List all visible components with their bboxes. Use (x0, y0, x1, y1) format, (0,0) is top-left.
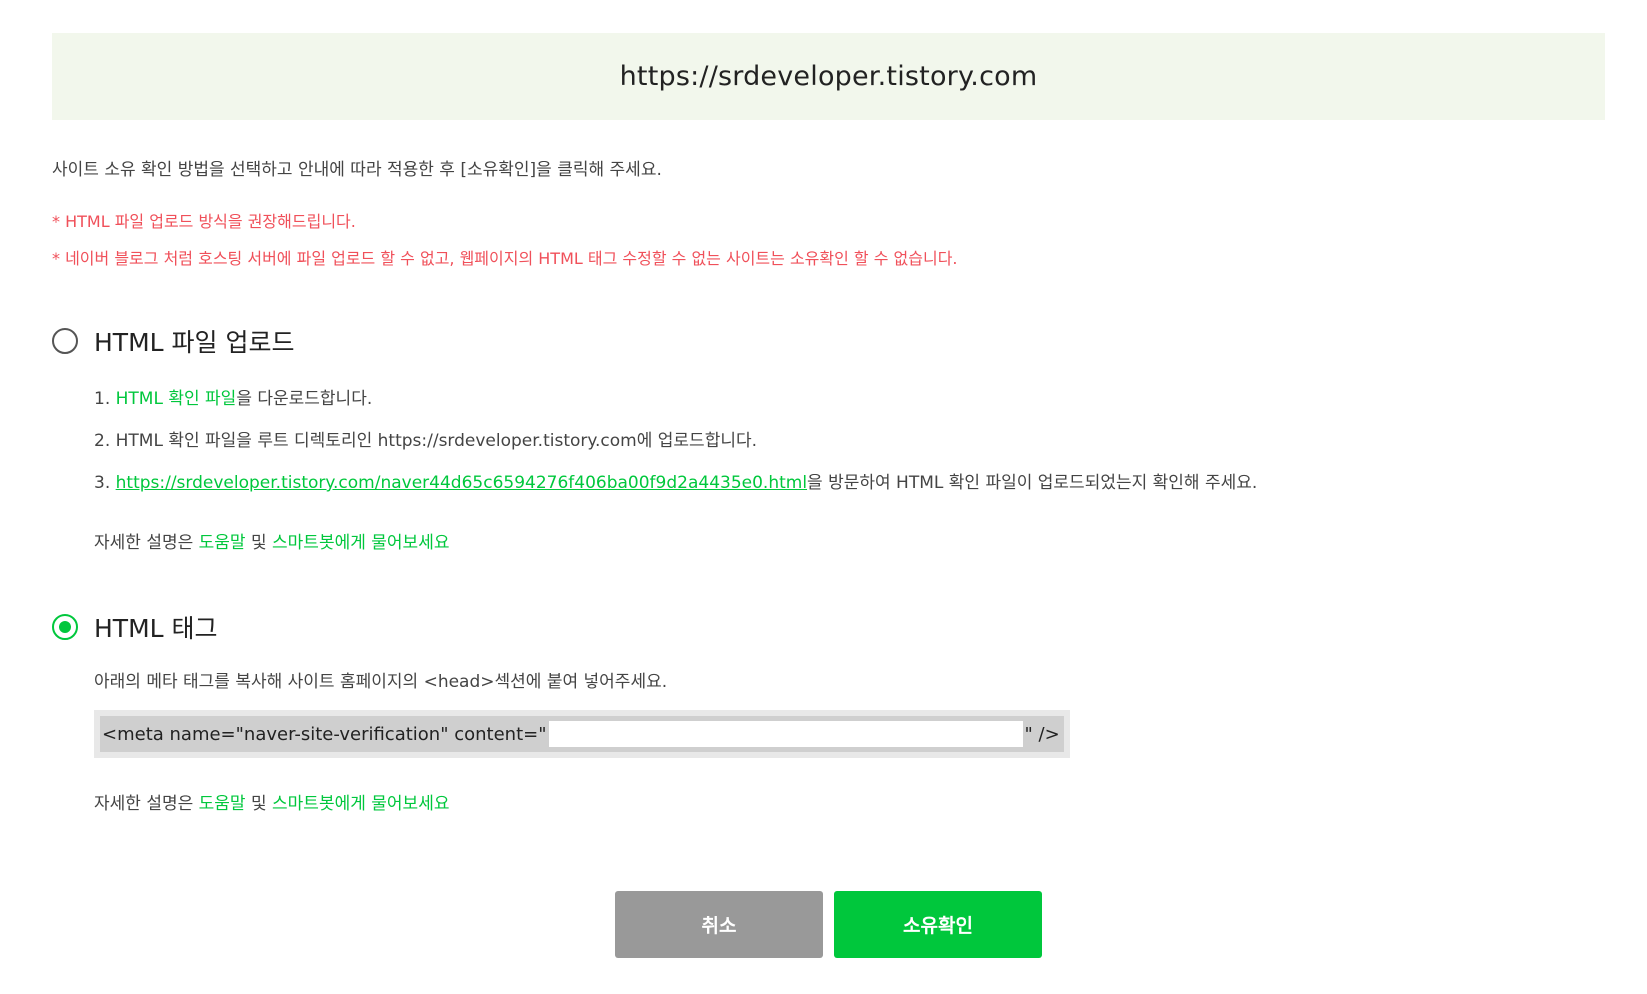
help-middle: 및 (245, 794, 273, 814)
upload-step-2: 2. HTML 확인 파일을 루트 디렉토리인 https://srdevelo… (94, 431, 758, 451)
upload-step-3: 3. https://srdeveloper.tistory.com/naver… (94, 468, 1257, 493)
cancel-button[interactable]: 취소 (615, 891, 823, 958)
step-1-prefix: 1. (94, 389, 116, 409)
meta-tag-box[interactable]: <meta name="naver-site-verification" con… (94, 710, 1070, 758)
radio-html-file-upload[interactable] (52, 328, 78, 354)
option-html-tag[interactable]: HTML 태그 (52, 609, 218, 645)
site-url: https://srdeveloper.tistory.com (619, 61, 1038, 92)
step-3-suffix: 을 방문하여 HTML 확인 파일이 업로드되었는지 확인해 주세요. (807, 473, 1258, 493)
html-verification-file-link[interactable]: HTML 확인 파일 (116, 389, 237, 409)
tag-help-line: 자세한 설명은 도움말 및 스마트봇에게 물어보세요 (94, 789, 449, 814)
verification-file-url-link[interactable]: https://srdeveloper.tistory.com/naver44d… (116, 473, 807, 493)
step-3-prefix: 3. (94, 473, 116, 493)
radio-html-tag[interactable] (52, 614, 78, 640)
html-tag-description: 아래의 메타 태그를 복사해 사이트 홈페이지의 <head>섹션에 붙여 넣어… (94, 672, 668, 692)
help-link[interactable]: 도움말 (199, 794, 246, 814)
meta-tag-code[interactable]: <meta name="naver-site-verification" con… (100, 716, 1064, 752)
verify-ownership-button[interactable]: 소유확인 (834, 891, 1042, 958)
upload-help-line: 자세한 설명은 도움말 및 스마트봇에게 물어보세요 (94, 528, 449, 553)
notice-restriction: * 네이버 블로그 처럼 호스팅 서버에 파일 업로드 할 수 없고, 웹페이지… (52, 249, 958, 268)
notice-recommend: * HTML 파일 업로드 방식을 권장해드립니다. (52, 212, 356, 231)
upload-step-1: 1. HTML 확인 파일을 다운로드합니다. (94, 384, 372, 409)
meta-tag-prefix: <meta name="naver-site-verification" con… (102, 723, 547, 745)
site-url-banner: https://srdeveloper.tistory.com (52, 33, 1605, 120)
smartbot-link[interactable]: 스마트봇에게 물어보세요 (272, 533, 449, 553)
option-label-html-file-upload: HTML 파일 업로드 (94, 328, 295, 357)
help-link[interactable]: 도움말 (199, 533, 246, 553)
smartbot-link[interactable]: 스마트봇에게 물어보세요 (272, 794, 449, 814)
help-prefix: 자세한 설명은 (94, 794, 199, 814)
option-html-file-upload[interactable]: HTML 파일 업로드 (52, 323, 294, 359)
step-1-suffix: 을 다운로드합니다. (236, 389, 373, 409)
option-label-html-tag: HTML 태그 (94, 614, 218, 643)
meta-tag-suffix: " /> (1024, 723, 1060, 745)
help-prefix: 자세한 설명은 (94, 533, 199, 553)
help-middle: 및 (245, 533, 273, 553)
instruction-text: 사이트 소유 확인 방법을 선택하고 안내에 따라 적용한 후 [소유확인]을 … (52, 160, 662, 180)
meta-tag-content-value (548, 721, 1023, 747)
